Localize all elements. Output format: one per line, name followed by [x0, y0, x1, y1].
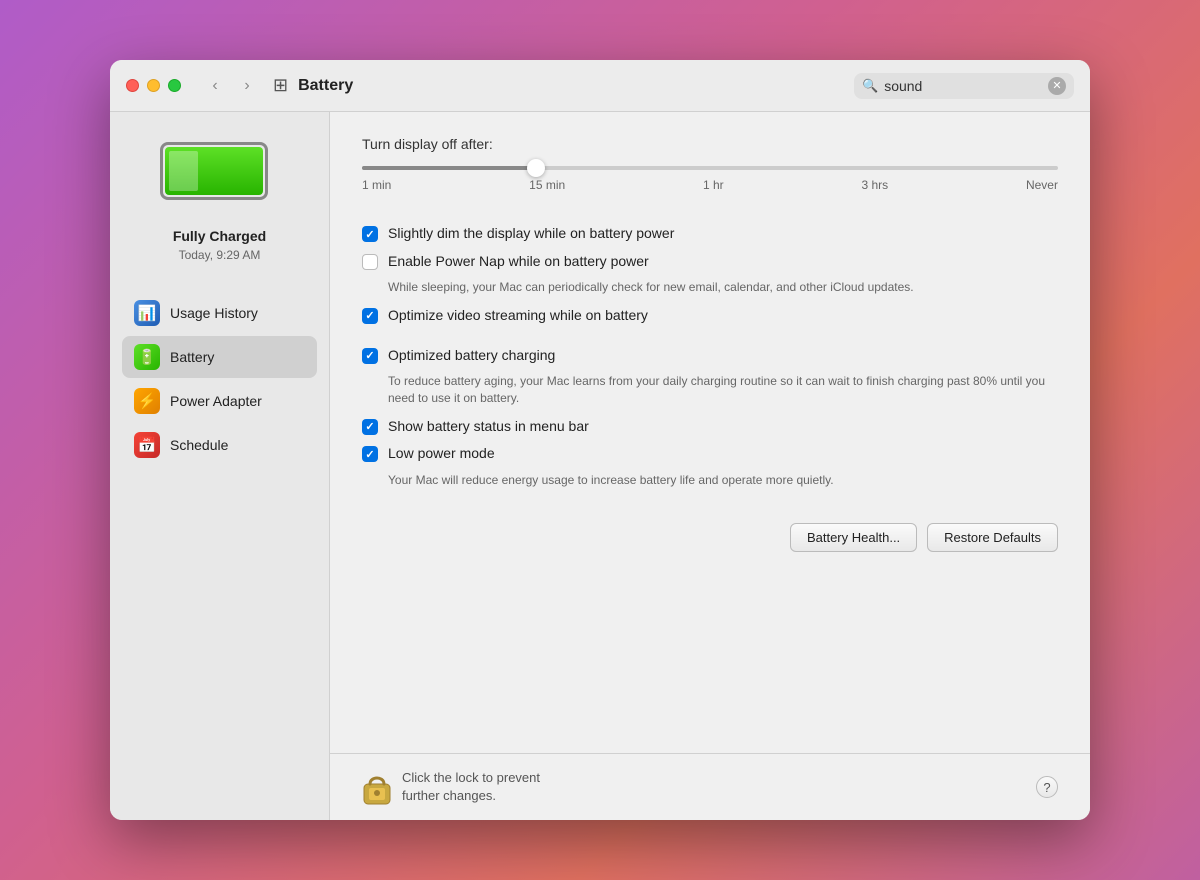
restore-defaults-button[interactable]: Restore Defaults	[927, 523, 1058, 552]
checkbox-row-optimized-charging: ✓ Optimized battery charging	[362, 346, 1058, 366]
system-preferences-window: ‹ › ⊞ Battery 🔍 sound ✕ Fully Charge	[110, 60, 1090, 820]
slider-label: Turn display off after:	[362, 136, 1058, 152]
sidebar-item-power-label: Power Adapter	[170, 393, 262, 409]
slider-mark-never: Never	[1026, 178, 1058, 192]
search-clear-button[interactable]: ✕	[1048, 77, 1066, 95]
power-nap-checkbox[interactable]	[362, 254, 378, 270]
traffic-lights	[126, 79, 181, 92]
optimized-charging-label: Optimized battery charging	[388, 346, 555, 366]
power-nap-subtext: While sleeping, your Mac can periodicall…	[388, 279, 1058, 296]
slider-container: 1 min 15 min 1 hr 3 hrs Never	[362, 166, 1058, 192]
slider-mark-3hrs: 3 hrs	[861, 178, 888, 192]
low-power-checkbox[interactable]: ✓	[362, 446, 378, 462]
sidebar-item-power-adapter[interactable]: ⚡ Power Adapter	[122, 380, 317, 422]
sidebar-nav: 📊 Usage History 🔋 Battery ⚡ Power Adapte…	[110, 292, 329, 468]
sidebar-item-schedule-label: Schedule	[170, 437, 228, 453]
checkbox-row-video-streaming: ✓ Optimize video streaming while on batt…	[362, 306, 1058, 326]
bottom-bar: Click the lock to preventfurther changes…	[330, 753, 1090, 820]
battery-graphic	[160, 142, 280, 212]
window-title: Battery	[298, 77, 353, 95]
maximize-button[interactable]	[168, 79, 181, 92]
dim-display-label: Slightly dim the display while on batter…	[388, 224, 674, 244]
slider-track[interactable]	[362, 166, 1058, 170]
close-button[interactable]	[126, 79, 139, 92]
search-icon: 🔍	[862, 78, 878, 94]
battery-shine	[169, 151, 198, 191]
checkmark-icon: ✓	[365, 309, 374, 322]
dim-display-checkbox[interactable]: ✓	[362, 226, 378, 242]
checkbox-row-dim-display: ✓ Slightly dim the display while on batt…	[362, 224, 1058, 244]
low-power-label: Low power mode	[388, 444, 495, 464]
checkmark-icon: ✓	[365, 349, 374, 362]
sidebar-item-usage-label: Usage History	[170, 305, 258, 321]
slider-labels: 1 min 15 min 1 hr 3 hrs Never	[362, 178, 1058, 192]
lock-icon[interactable]	[362, 768, 392, 806]
video-streaming-label: Optimize video streaming while on batter…	[388, 306, 648, 326]
sidebar-item-usage-history[interactable]: 📊 Usage History	[122, 292, 317, 334]
battery-time-label: Today, 9:29 AM	[179, 248, 261, 262]
slider-mark-1min: 1 min	[362, 178, 391, 192]
sidebar-item-schedule[interactable]: 📅 Schedule	[122, 424, 317, 466]
lock-area: Click the lock to preventfurther changes…	[362, 768, 540, 806]
sidebar: Fully Charged Today, 9:29 AM 📊 Usage His…	[110, 112, 330, 820]
minimize-button[interactable]	[147, 79, 160, 92]
detail-content-area: Turn display off after: 1 min 15 min 1 h…	[330, 112, 1090, 820]
slider-fill	[362, 166, 536, 170]
battery-body	[160, 142, 268, 200]
forward-button[interactable]: ›	[233, 72, 261, 100]
main-content: Fully Charged Today, 9:29 AM 📊 Usage His…	[110, 112, 1090, 820]
back-button[interactable]: ‹	[201, 72, 229, 100]
checkmark-icon: ✓	[365, 420, 374, 433]
help-button[interactable]: ?	[1036, 776, 1058, 798]
sidebar-item-battery-label: Battery	[170, 349, 214, 365]
battery-icon: 🔋	[134, 344, 160, 370]
checkbox-row-menu-bar: ✓ Show battery status in menu bar	[362, 417, 1058, 437]
optimized-charging-subtext: To reduce battery aging, your Mac learns…	[388, 373, 1058, 407]
checkbox-row-power-nap: Enable Power Nap while on battery power	[362, 252, 1058, 272]
slider-mark-1hr: 1 hr	[703, 178, 724, 192]
optimized-charging-checkbox[interactable]: ✓	[362, 348, 378, 364]
power-nap-label: Enable Power Nap while on battery power	[388, 252, 649, 272]
search-value[interactable]: sound	[884, 78, 1048, 94]
nav-buttons: ‹ ›	[201, 72, 261, 100]
battery-status-label: Fully Charged	[173, 228, 266, 244]
detail-panel: Turn display off after: 1 min 15 min 1 h…	[330, 112, 1090, 753]
power-adapter-icon: ⚡	[134, 388, 160, 414]
battery-tip	[267, 160, 268, 182]
slider-thumb[interactable]	[527, 159, 545, 177]
checkmark-icon: ✓	[365, 228, 374, 241]
checkbox-row-low-power: ✓ Low power mode	[362, 444, 1058, 464]
checkmark-icon: ✓	[365, 448, 374, 461]
sidebar-item-battery[interactable]: 🔋 Battery	[122, 336, 317, 378]
battery-health-button[interactable]: Battery Health...	[790, 523, 917, 552]
slider-mark-15min: 15 min	[529, 178, 565, 192]
menu-bar-label: Show battery status in menu bar	[388, 417, 589, 437]
menu-bar-checkbox[interactable]: ✓	[362, 419, 378, 435]
battery-fill	[165, 147, 263, 195]
lock-text: Click the lock to preventfurther changes…	[402, 769, 540, 805]
video-streaming-checkbox[interactable]: ✓	[362, 308, 378, 324]
search-box[interactable]: 🔍 sound ✕	[854, 73, 1074, 99]
grid-icon[interactable]: ⊞	[273, 75, 288, 96]
low-power-subtext: Your Mac will reduce energy usage to inc…	[388, 472, 1058, 489]
usage-history-icon: 📊	[134, 300, 160, 326]
schedule-icon: 📅	[134, 432, 160, 458]
titlebar: ‹ › ⊞ Battery 🔍 sound ✕	[110, 60, 1090, 112]
